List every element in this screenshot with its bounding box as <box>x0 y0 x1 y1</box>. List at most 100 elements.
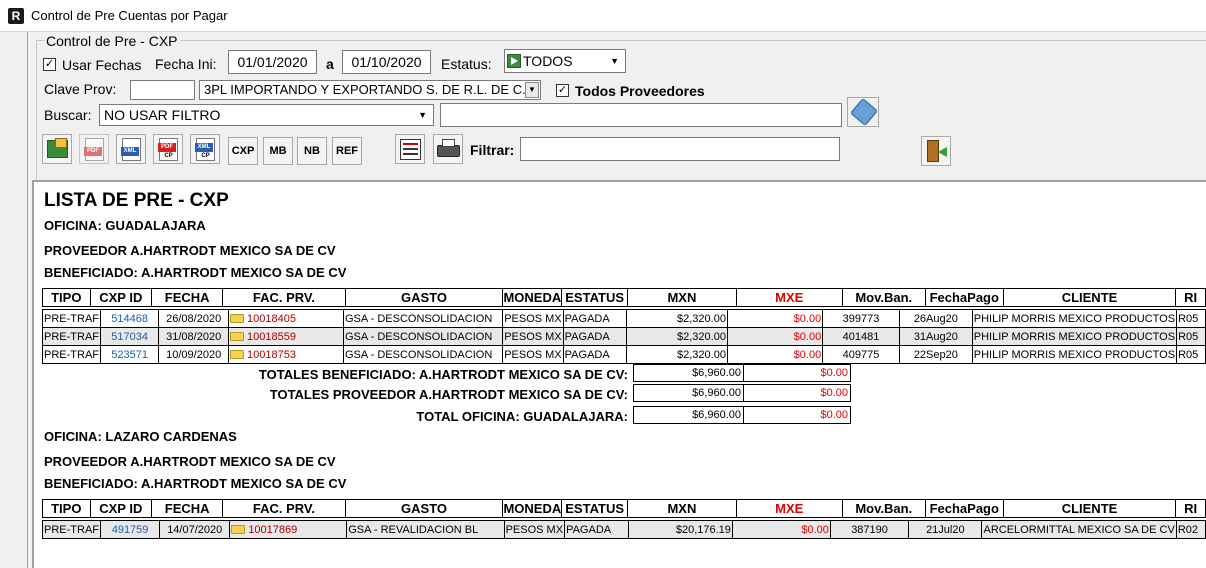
clave-prov-label: Clave Prov: <box>44 81 117 97</box>
print-button[interactable] <box>433 134 463 164</box>
xml-button[interactable]: XML <box>116 134 146 164</box>
col-gasto[interactable]: GASTO <box>344 499 504 518</box>
col-mxe[interactable]: MXE <box>735 288 843 307</box>
filtrar-input[interactable] <box>520 137 840 161</box>
cxp-id-link[interactable]: 517034 <box>99 327 160 346</box>
col-fac-prv[interactable]: FAC. PRV. <box>222 288 346 307</box>
pdf-button[interactable]: PDF <box>79 134 109 164</box>
cell-fecha-pago: 31Aug20 <box>898 327 973 346</box>
col-mxe[interactable]: MXE <box>735 499 843 518</box>
col-ri[interactable]: RI <box>1175 499 1206 518</box>
totals-beneficiado-mxn: $6,960.00 <box>633 364 744 382</box>
app-logo-icon: R <box>8 8 24 24</box>
report-view[interactable]: LISTA DE PRE - CXP OFICINA: GUADALAJARA … <box>32 180 1206 568</box>
fecha-ini-input[interactable]: 01/01/2020 <box>228 50 317 74</box>
estatus-select[interactable]: TODOS ▼ <box>504 49 626 73</box>
report-title: LISTA DE PRE - CXP <box>44 190 229 211</box>
broom-icon <box>849 97 879 127</box>
cell-fecha: 14/07/2020 <box>159 520 231 539</box>
clave-prov-input[interactable] <box>130 80 195 100</box>
col-tipo[interactable]: TIPO <box>42 288 91 307</box>
cell-mxn: $2,320.00 <box>625 309 728 328</box>
folder-icon[interactable] <box>231 524 246 534</box>
folder-icon[interactable] <box>230 313 245 323</box>
fac-prv-link[interactable]: 10017869 <box>248 524 297 536</box>
col-mov-ban[interactable]: Mov.Ban. <box>841 288 926 307</box>
cxp-button[interactable]: CXP <box>228 137 258 165</box>
col-fecha[interactable]: FECHA <box>151 499 224 518</box>
cell-gasto: GSA - DESCONSOLIDACION <box>342 327 504 346</box>
table-row[interactable]: PRE-TRAF 514468 26/08/2020 10018405 GSA … <box>42 309 1206 328</box>
folder-icon[interactable] <box>230 331 245 341</box>
fecha-ini-label: Fecha Ini: <box>155 56 217 72</box>
data-table-guadalajara: PRE-TRAF 514468 26/08/2020 10018405 GSA … <box>42 309 1206 364</box>
exit-button[interactable] <box>921 136 951 166</box>
col-fecha-pago[interactable]: FechaPago <box>924 499 1004 518</box>
cxp-id-link[interactable]: 514468 <box>99 309 160 328</box>
cell-cliente: PHILIP MORRIS MEXICO PRODUCTOS <box>971 345 1178 364</box>
chevron-down-icon: ▼ <box>610 56 619 66</box>
col-cxp-id[interactable]: CXP ID <box>89 499 153 518</box>
cell-mov-ban: 401481 <box>822 327 900 346</box>
col-estatus[interactable]: ESTATUS <box>561 288 629 307</box>
folder-icon[interactable] <box>230 349 245 359</box>
col-cxp-id[interactable]: CXP ID <box>89 288 153 307</box>
cell-cliente: ARCELORMITTAL MEXICO SA DE CV <box>981 520 1177 539</box>
fac-prv-link[interactable]: 10018753 <box>247 349 296 361</box>
col-mxn[interactable]: MXN <box>627 288 737 307</box>
col-fecha[interactable]: FECHA <box>151 288 224 307</box>
cell-mov-ban: 387190 <box>829 520 910 539</box>
cell-gasto: GSA - DESCONSOLIDACION <box>342 309 504 328</box>
cell-moneda: PESOS MX <box>502 309 564 328</box>
buscar-select[interactable]: NO USAR FILTRO ▼ <box>99 104 434 126</box>
col-fecha-pago[interactable]: FechaPago <box>924 288 1004 307</box>
fac-prv-link[interactable]: 10018559 <box>247 331 296 343</box>
cell-mxe: $0.00 <box>731 520 831 539</box>
totals-beneficiado-label: TOTALES BENEFICIADO: A.HARTRODT MEXICO S… <box>258 367 628 382</box>
buscar-label: Buscar: <box>44 107 92 123</box>
pdf-cp-button[interactable]: PDF CP <box>153 134 183 164</box>
col-gasto[interactable]: GASTO <box>344 288 504 307</box>
todos-proveedores-checkbox[interactable]: ✓ <box>556 84 569 97</box>
col-moneda[interactable]: MONEDA <box>502 499 563 518</box>
section-beneficiado: BENEFICIADO: A.HARTRODT MEXICO SA DE CV <box>44 265 347 280</box>
col-cliente[interactable]: CLIENTE <box>1002 288 1177 307</box>
col-ri[interactable]: RI <box>1175 288 1206 307</box>
usar-fechas-checkbox[interactable]: ✓ <box>43 58 56 71</box>
chevron-down-icon: ▼ <box>525 82 539 98</box>
nb-button[interactable]: NB <box>297 137 327 165</box>
col-mxn[interactable]: MXN <box>627 499 737 518</box>
xml-icon: XML <box>121 138 141 161</box>
cell-mov-ban: 399773 <box>822 309 900 328</box>
totals-proveedor-mxn: $6,960.00 <box>633 384 744 402</box>
fac-prv-link[interactable]: 10018405 <box>247 313 296 325</box>
mb-button[interactable]: MB <box>263 137 293 165</box>
cxp-id-link[interactable]: 523571 <box>99 345 160 364</box>
cell-tipo: PRE-TRAF <box>42 345 101 364</box>
xml-cp-button[interactable]: XML CP <box>190 134 220 164</box>
col-fac-prv[interactable]: FAC. PRV. <box>222 499 346 518</box>
col-cliente[interactable]: CLIENTE <box>1002 499 1177 518</box>
buscar-text-input[interactable] <box>440 103 842 127</box>
excel-export-button[interactable] <box>42 134 72 164</box>
col-tipo[interactable]: TIPO <box>42 499 91 518</box>
col-estatus[interactable]: ESTATUS <box>561 499 629 518</box>
clear-filter-button[interactable] <box>847 97 879 127</box>
report-button[interactable] <box>395 134 425 164</box>
cell-fecha-pago: 21Jul20 <box>908 520 983 539</box>
xml-cp-icon: XML CP <box>195 138 215 161</box>
table-row[interactable]: PRE-TRAF 491759 14/07/2020 10017869 GSA … <box>42 520 1206 539</box>
pdf-icon: PDF <box>84 138 104 161</box>
cxp-id-link[interactable]: 491759 <box>99 520 161 539</box>
cell-mxn: $2,320.00 <box>625 327 728 346</box>
table-row[interactable]: PRE-TRAF 517034 31/08/2020 10018559 GSA … <box>42 327 1206 346</box>
proveedor-select[interactable]: 3PL IMPORTANDO Y EXPORTANDO S. DE R.L. D… <box>199 80 541 100</box>
col-mov-ban[interactable]: Mov.Ban. <box>841 499 926 518</box>
ref-button[interactable]: REF <box>332 137 362 165</box>
fecha-fin-input[interactable]: 01/10/2020 <box>342 50 431 74</box>
cell-fecha: 10/09/2020 <box>158 345 230 364</box>
table-row[interactable]: PRE-TRAF 523571 10/09/2020 10018753 GSA … <box>42 345 1206 364</box>
cell-ri: R02 <box>1175 520 1206 539</box>
col-moneda[interactable]: MONEDA <box>502 288 563 307</box>
cell-fecha: 26/08/2020 <box>158 309 230 328</box>
